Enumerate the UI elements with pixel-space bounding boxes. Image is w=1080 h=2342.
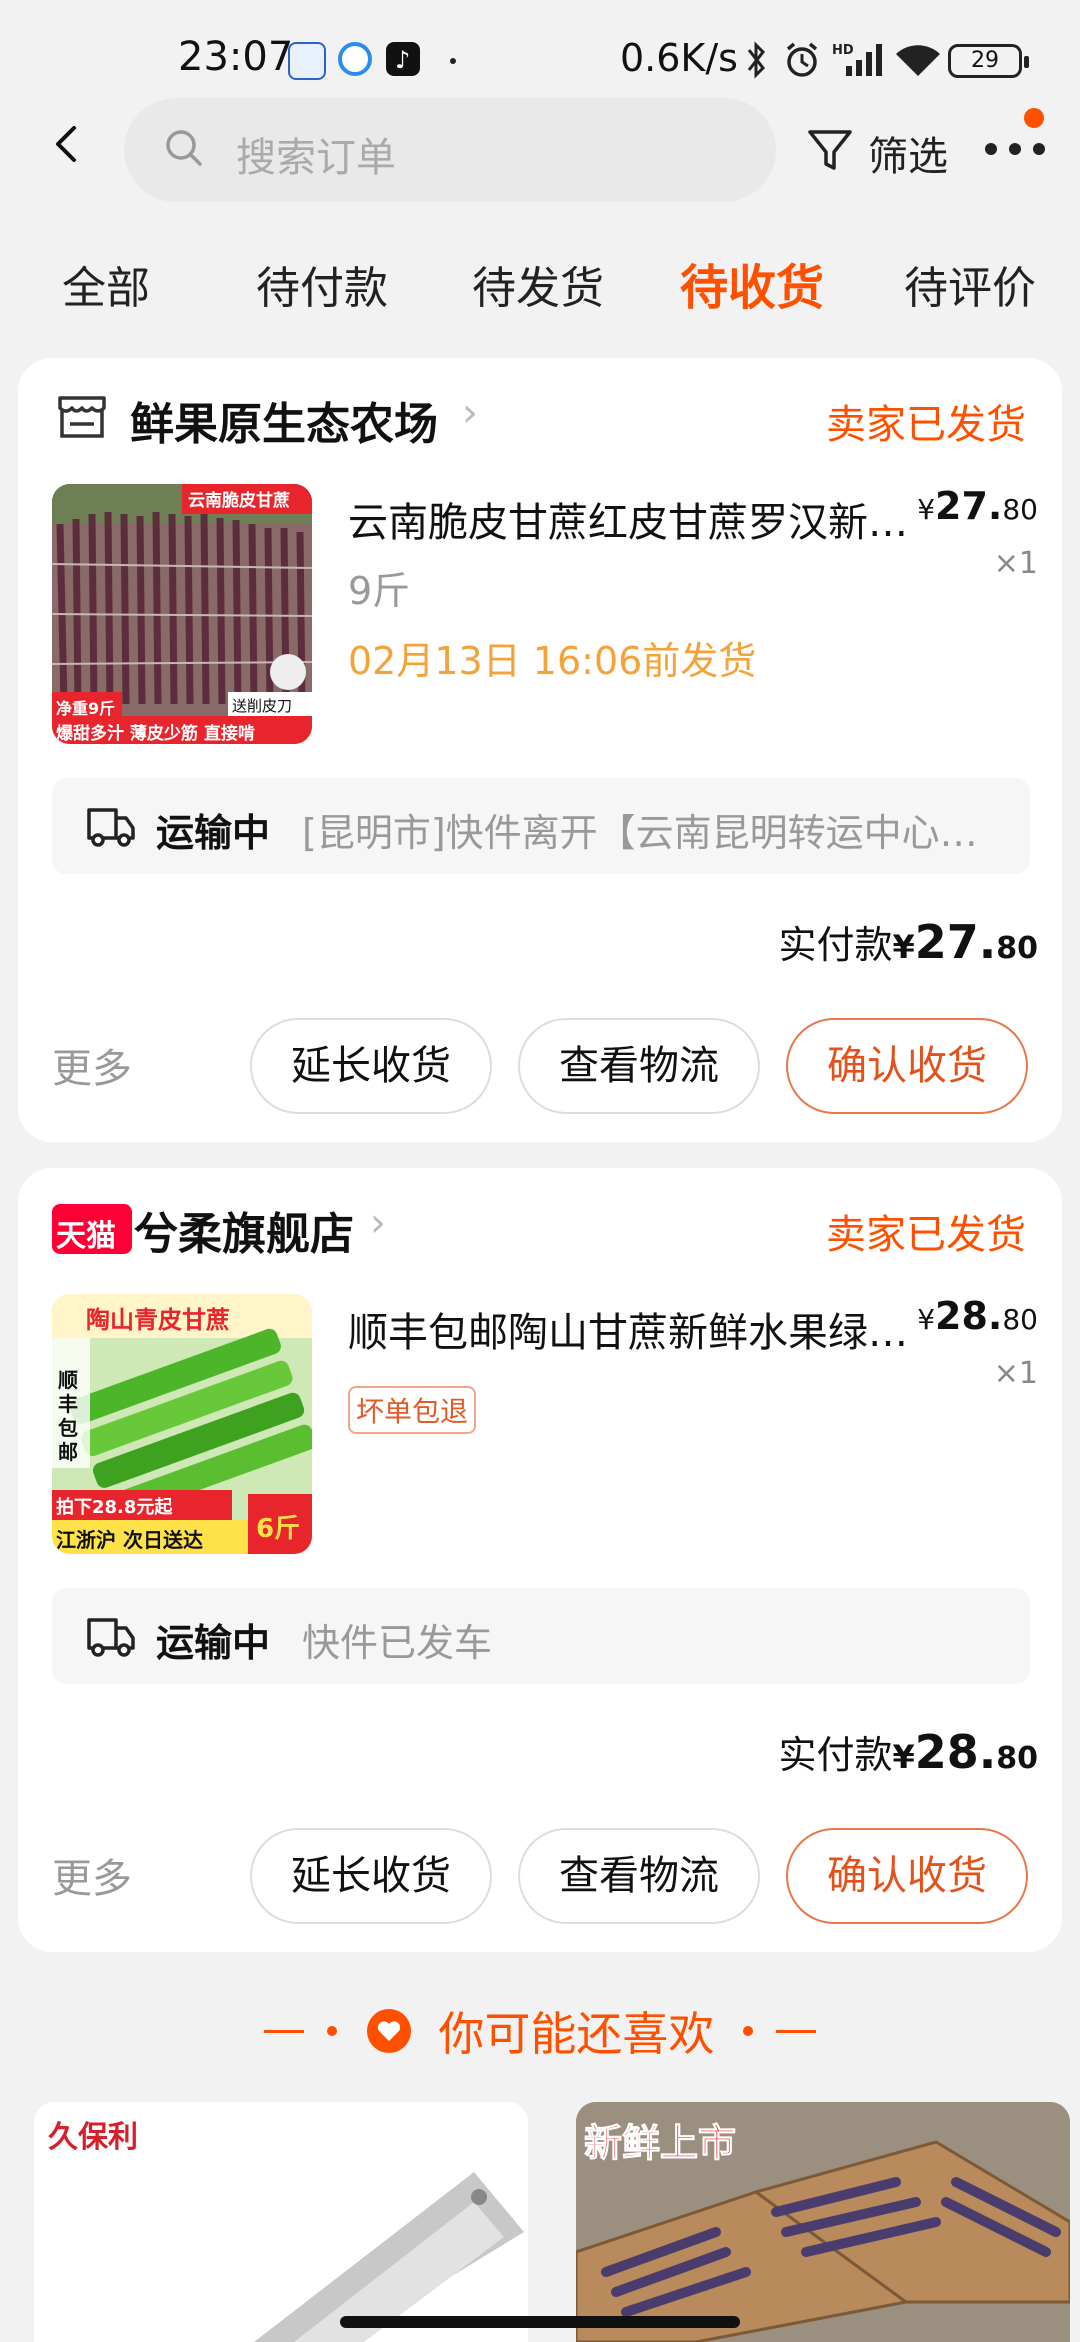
product-price: ¥28.80: [917, 1294, 1038, 1338]
search-icon: [166, 130, 202, 166]
logistics-bar[interactable]: 运输中 [昆明市]快件离开【云南昆明转运中心】已发往: [52, 778, 1030, 874]
tmall-badge-icon: 天猫: [52, 1204, 132, 1254]
more-menu-icon[interactable]: [985, 143, 1047, 157]
tiktok-icon: ♪: [386, 42, 420, 76]
thumb-badge: 云南脆皮甘蔗: [188, 491, 290, 511]
thumb-price: 拍下28.8元起: [56, 1497, 173, 1518]
paid-amount: 实付款¥28.80: [778, 1725, 1038, 1779]
product-quantity: ×1: [993, 546, 1038, 581]
tab-pending-shipment[interactable]: 待发货: [472, 252, 604, 316]
thumb-weight: 6斤: [256, 1514, 301, 1544]
confirm-receipt-button[interactable]: 确认收货: [786, 1018, 1028, 1114]
app-notification-icon: [288, 42, 326, 80]
logistics-detail: [昆明市]快件离开【云南昆明转运中心】已发往: [302, 811, 1002, 855]
tab-pending-receipt[interactable]: 待收货: [680, 248, 824, 318]
shop-name[interactable]: 兮柔旗舰店: [134, 1198, 354, 1262]
signal-icon: HD: [832, 43, 882, 76]
shop-name[interactable]: 鲜果原生态农场: [130, 388, 438, 452]
extend-receipt-button[interactable]: 延长收货: [250, 1018, 492, 1114]
search-bar[interactable]: 搜索订单: [124, 98, 776, 202]
divider-line: [775, 2029, 816, 2033]
notification-dot: [1024, 108, 1044, 128]
recommend-item[interactable]: 新鲜上市: [576, 2102, 1070, 2342]
home-indicator[interactable]: [340, 2316, 740, 2328]
battery-icon: 29: [948, 44, 1029, 78]
order-status: 卖家已发货: [826, 1212, 1026, 1258]
tab-all[interactable]: 全部: [62, 252, 150, 316]
peeler-image: [254, 2172, 524, 2342]
chevron-right-icon[interactable]: ›: [462, 390, 478, 436]
truck-icon: [87, 808, 135, 847]
divider-dot: [742, 2026, 753, 2036]
svg-text:♪: ♪: [395, 46, 410, 74]
heart-icon: [366, 2009, 411, 2053]
alarm-icon: [786, 42, 818, 77]
divider-dot: [327, 2026, 338, 2036]
filter-icon[interactable]: [806, 126, 854, 174]
thumb-gift: 送削皮刀: [232, 697, 293, 715]
product-quantity: ×1: [993, 1356, 1038, 1391]
thumb-weight: 净重9斤: [56, 699, 116, 718]
battery-level: 29: [971, 48, 999, 73]
more-button[interactable]: 更多: [52, 1036, 132, 1094]
product-thumbnail[interactable]: 云南脆皮甘蔗 净重9斤 送削皮刀 爆甜多汁 薄皮少筋 直接啃: [52, 484, 312, 744]
product-thumbnail[interactable]: 陶山青皮甘蔗 顺丰包邮 拍下28.8元起 江浙沪 次日送达 6斤: [52, 1294, 312, 1554]
back-icon[interactable]: [48, 124, 88, 164]
confirm-receipt-button[interactable]: 确认收货: [786, 1828, 1028, 1924]
paid-amount: 实付款¥27.80: [778, 915, 1038, 969]
view-logistics-button[interactable]: 查看物流: [518, 1018, 760, 1114]
more-notifications-dot: [450, 58, 456, 64]
order-card: 鲜果原生态农场 › 卖家已发货 云南脆皮甘蔗 净重9斤 送削皮刀 爆甜多汁 薄皮…: [18, 358, 1062, 1142]
recommend-item[interactable]: 久保利: [34, 2102, 528, 2342]
product-spec: 9斤: [348, 569, 411, 613]
ship-deadline: 02月13日 16:06前发货: [348, 639, 757, 683]
service-tag: 坏单包退: [348, 1386, 477, 1434]
logistics-bar[interactable]: 运输中 快件已发车: [52, 1588, 1030, 1684]
svg-text:HD: HD: [832, 43, 854, 58]
order-status: 卖家已发货: [826, 402, 1026, 448]
order-card: 天猫 兮柔旗舰店 › 卖家已发货 陶山青皮甘蔗 顺丰包邮 拍下28.8元起 江浙…: [18, 1168, 1062, 1952]
recommend-title: 你可能还喜欢: [438, 2007, 715, 2061]
product-title[interactable]: 云南脆皮甘蔗红皮甘蔗罗汉新鲜应季水果: [348, 490, 908, 548]
brand-logo: 久保利: [48, 2120, 138, 2155]
divider-line: [264, 2029, 305, 2033]
tab-pending-review[interactable]: 待评价: [904, 252, 1036, 316]
filter-button[interactable]: 筛选: [868, 124, 948, 182]
thumb-delivery: 江浙沪 次日送达: [56, 1528, 203, 1552]
logistics-detail: 快件已发车: [302, 1621, 493, 1665]
app-notification-icon: [338, 42, 372, 76]
status-time: 23:07: [178, 34, 294, 80]
store-icon: [58, 396, 106, 438]
thumb-title: 陶山青皮甘蔗: [86, 1306, 230, 1334]
truck-icon: [87, 1618, 135, 1657]
chevron-right-icon[interactable]: ›: [370, 1200, 386, 1246]
extend-receipt-button[interactable]: 延长收货: [250, 1828, 492, 1924]
product-title[interactable]: 顺丰包邮陶山甘蔗新鲜水果绿皮青皮甘蔗: [348, 1300, 908, 1358]
fresh-badge: 新鲜上市: [583, 2121, 737, 2166]
network-speed: 0.6K/s: [620, 36, 738, 80]
thumb-slogan: 爆甜多汁 薄皮少筋 直接啃: [56, 724, 255, 744]
logistics-status: 运输中: [156, 811, 271, 855]
search-input[interactable]: 搜索订单: [236, 125, 396, 183]
more-button[interactable]: 更多: [52, 1846, 132, 1904]
bluetooth-icon: [747, 41, 765, 79]
recommend-header: 你可能还喜欢: [0, 1998, 1080, 2064]
thumb-sf: 顺丰包邮: [58, 1368, 78, 1464]
logistics-status: 运输中: [156, 1621, 271, 1665]
wifi-icon: [896, 45, 940, 76]
view-logistics-button[interactable]: 查看物流: [518, 1828, 760, 1924]
tab-pending-payment[interactable]: 待付款: [256, 252, 388, 316]
product-price: ¥27.80: [917, 484, 1038, 528]
